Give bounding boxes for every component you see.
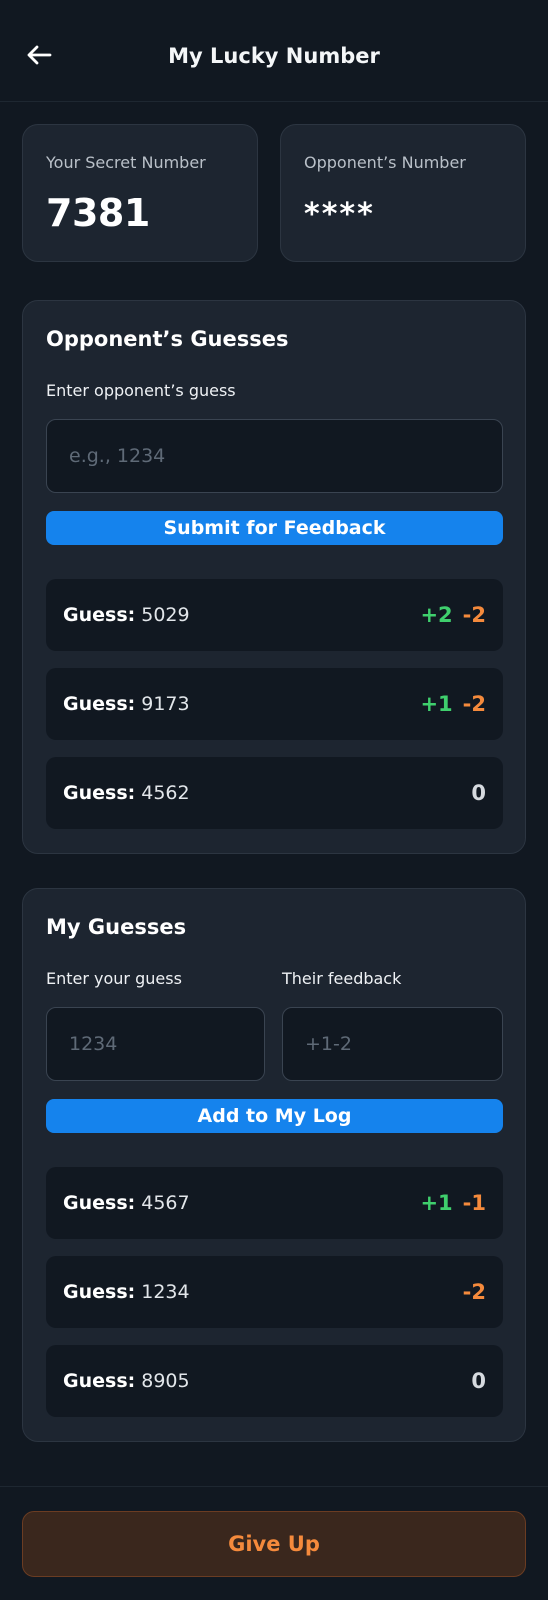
guess-value: 5029 [141, 604, 190, 626]
my-guesses-section: My Guesses Enter your guess Their feedba… [22, 888, 526, 1442]
guess-prefix: Guess: [63, 604, 136, 626]
guess-prefix: Guess: [63, 1370, 136, 1392]
guess-label: Guess: 4562 [63, 757, 190, 829]
feedback-correct-position: +1 [420, 692, 453, 716]
guess-label: Guess: 5029 [63, 579, 190, 651]
feedback-input[interactable] [282, 1007, 503, 1081]
feedback-label: Their feedback [282, 969, 402, 988]
guess-label: Guess: 4567 [63, 1167, 190, 1239]
guess-row: Guess: 9173 +1 -2 [46, 668, 503, 740]
feedback-wrong-position: -2 [462, 692, 486, 716]
opponent-guesses-section: Opponent’s Guesses Enter opponent’s gues… [22, 300, 526, 854]
guess-prefix: Guess: [63, 1192, 136, 1214]
feedback-correct-position: +1 [420, 1191, 453, 1215]
opponent-number-card: Opponent’s Number **** [280, 124, 526, 262]
guess-feedback: -2 [463, 1256, 486, 1328]
guess-feedback: 0 [471, 757, 486, 829]
guess-row: Guess: 4562 0 [46, 757, 503, 829]
guess-value: 1234 [141, 1281, 190, 1303]
section-title: Opponent’s Guesses [46, 327, 289, 351]
guess-row: Guess: 1234 -2 [46, 1256, 503, 1328]
submit-feedback-button[interactable]: Submit for Feedback [46, 511, 503, 545]
footer-bar: Give Up [0, 1486, 548, 1600]
my-guess-label: Enter your guess [46, 969, 182, 988]
opponent-number-label: Opponent’s Number [304, 153, 466, 172]
feedback-wrong-position: -2 [462, 1280, 486, 1304]
give-up-button[interactable]: Give Up [22, 1511, 526, 1577]
opponent-guess-input[interactable] [46, 419, 503, 493]
guess-feedback: 0 [471, 1345, 486, 1417]
feedback-wrong-position: -2 [462, 603, 486, 627]
guess-prefix: Guess: [63, 693, 136, 715]
secret-number-card: Your Secret Number 7381 [22, 124, 258, 262]
guess-row: Guess: 8905 0 [46, 1345, 503, 1417]
guess-row: Guess: 5029 +2 -2 [46, 579, 503, 651]
guess-feedback: +2 -2 [420, 579, 486, 651]
guess-label: Guess: 8905 [63, 1345, 190, 1417]
guess-feedback: +1 -2 [420, 668, 486, 740]
guess-value: 8905 [141, 1370, 190, 1392]
opponent-number-value: **** [304, 197, 375, 232]
guess-prefix: Guess: [63, 782, 136, 804]
guess-value: 4562 [141, 782, 190, 804]
guess-feedback: +1 -1 [420, 1167, 486, 1239]
feedback-correct-position: +2 [420, 603, 453, 627]
section-title: My Guesses [46, 915, 187, 939]
guess-label: Guess: 9173 [63, 668, 190, 740]
guess-value: 9173 [141, 693, 190, 715]
add-to-log-button[interactable]: Add to My Log [46, 1099, 503, 1133]
guess-prefix: Guess: [63, 1281, 136, 1303]
feedback-none: 0 [471, 1369, 486, 1393]
feedback-none: 0 [471, 781, 486, 805]
secret-number-value: 7381 [46, 191, 150, 235]
guess-value: 4567 [141, 1192, 190, 1214]
opponent-guess-label: Enter opponent’s guess [46, 381, 236, 400]
guess-row: Guess: 4567 +1 -1 [46, 1167, 503, 1239]
guess-label: Guess: 1234 [63, 1256, 190, 1328]
page-title: My Lucky Number [168, 44, 380, 68]
my-guess-input[interactable] [46, 1007, 265, 1081]
feedback-wrong-position: -1 [462, 1191, 486, 1215]
app-header: My Lucky Number [0, 0, 548, 102]
secret-number-label: Your Secret Number [46, 153, 206, 172]
